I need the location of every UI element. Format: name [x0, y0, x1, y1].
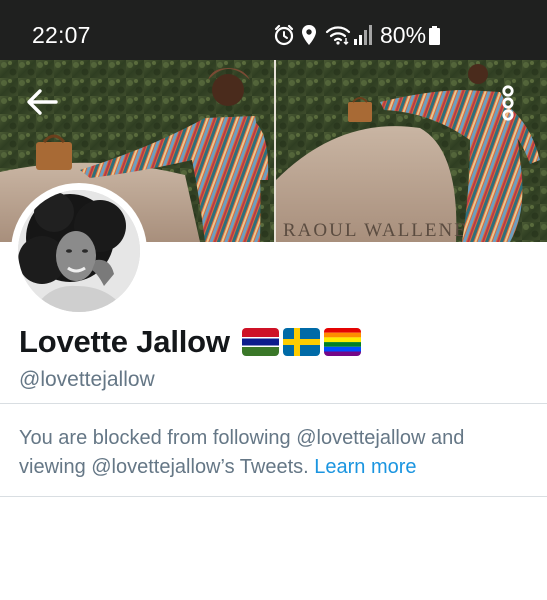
battery-percent: 80%: [380, 22, 427, 48]
location-icon: [302, 25, 316, 45]
divider: [0, 403, 547, 404]
alarm-icon: [274, 24, 294, 46]
more-options-button[interactable]: [496, 84, 520, 124]
avatar[interactable]: [18, 190, 140, 312]
wifi-icon: [325, 26, 351, 45]
profile-name: Lovette Jallow: [19, 324, 230, 359]
banner-plaque-text: RAOUL WALLENE: [283, 220, 468, 241]
flag-list: [241, 328, 361, 356]
rainbow-flag-icon: [323, 328, 361, 356]
sweden-flag-icon: [282, 328, 320, 356]
gambia-flag-icon: [241, 328, 279, 356]
status-time: 22:07: [32, 22, 91, 48]
back-button[interactable]: [24, 86, 60, 118]
battery-icon: [429, 26, 440, 45]
status-bar: 22:07 80%: [0, 0, 547, 60]
profile-handle: @lovettejallow: [19, 368, 155, 391]
signal-icon: [354, 25, 372, 45]
divider: [0, 496, 547, 497]
avatar-photo: [18, 190, 140, 312]
blocked-notice: You are blocked from following @lovettej…: [19, 424, 519, 482]
arrow-left-icon: [27, 89, 58, 115]
more-vertical-icon: [502, 85, 514, 121]
profile-name-row: Lovette Jallow: [19, 322, 361, 362]
learn-more-link[interactable]: Learn more: [314, 456, 416, 478]
